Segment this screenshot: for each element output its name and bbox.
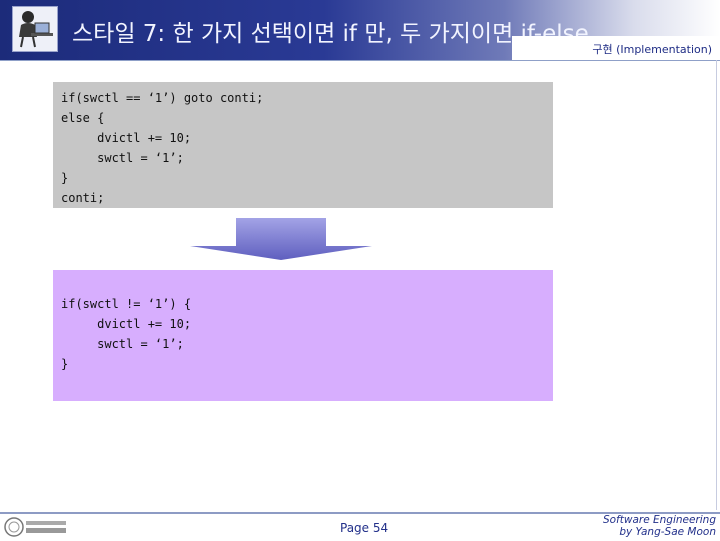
slide-subtitle: 구현 (Implementation)	[592, 43, 712, 56]
code-block-before: if(swctl == ‘1’) goto conti; else { dvic…	[53, 82, 553, 208]
credit-course: Software Engineering	[602, 514, 716, 526]
code-line: dvictl += 10;	[61, 131, 192, 145]
code-line: swctl = ‘1’;	[61, 151, 184, 165]
code-block-after: if(swctl != ‘1’) { dvictl += 10; swctl =…	[53, 270, 553, 401]
code-line: }	[61, 357, 69, 371]
header-divider	[0, 60, 720, 61]
person-at-desk-icon	[12, 6, 58, 52]
course-credit: Software Engineering by Yang-Sae Moon	[603, 514, 716, 538]
code-line: if(swctl == ‘1’) goto conti;	[61, 91, 264, 105]
credit-author: by Yang-Sae Moon	[619, 526, 716, 538]
code-line: conti;	[61, 191, 105, 205]
code-line: if(swctl != ‘1’) {	[61, 297, 192, 311]
right-margin-line	[716, 60, 717, 510]
page-number: Page 54	[340, 521, 389, 535]
university-seal-icon	[4, 517, 70, 537]
code-line: else {	[61, 111, 105, 125]
code-line: }	[61, 171, 69, 185]
transform-arrow-icon	[190, 218, 372, 260]
code-line: dvictl += 10;	[61, 317, 192, 331]
code-line: swctl = ‘1’;	[61, 337, 184, 351]
